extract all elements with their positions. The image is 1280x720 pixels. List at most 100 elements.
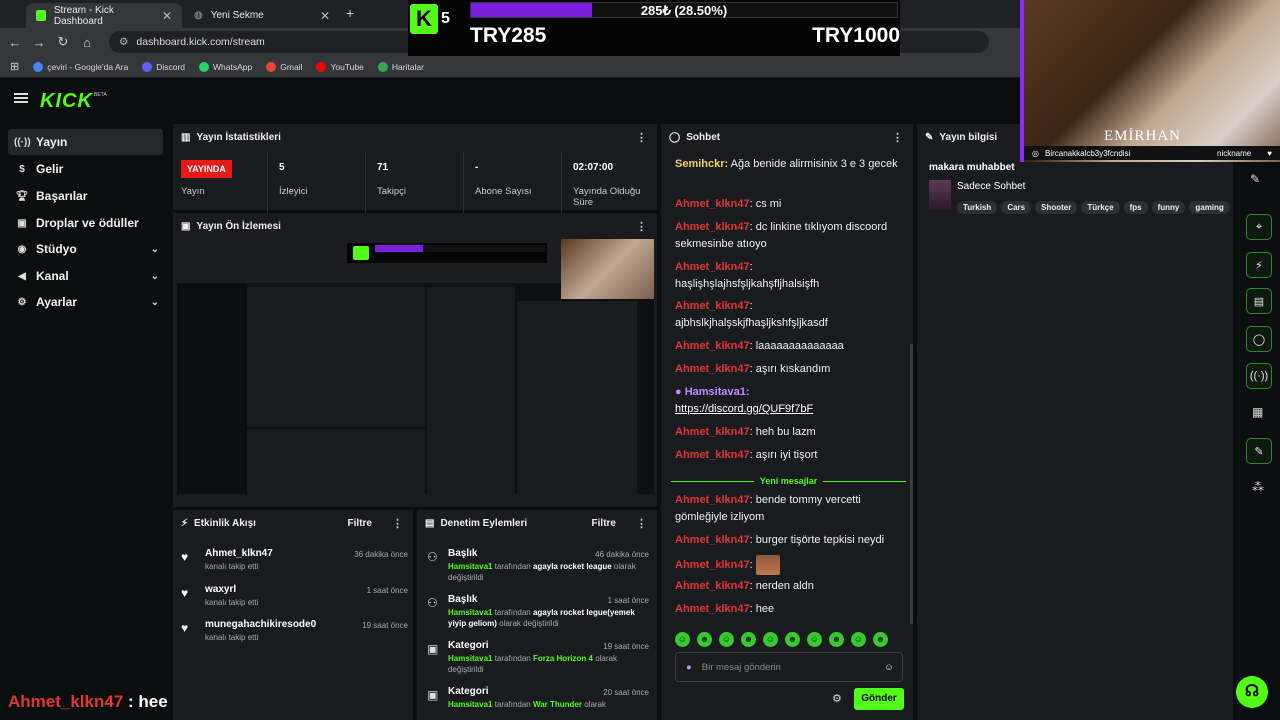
category-icon: ▣: [427, 642, 439, 656]
chat-username[interactable]: Ahmet_klkn47: [675, 449, 750, 461]
filter-button[interactable]: Filtre: [348, 518, 372, 529]
reload-icon[interactable]: ↻: [51, 34, 75, 50]
wrench-icon[interactable]: ✎: [1246, 438, 1272, 464]
emote-icon[interactable]: ☺: [763, 632, 778, 647]
chat-bubble-icon[interactable]: ◯: [1246, 326, 1272, 352]
close-tab-icon[interactable]: ✕: [162, 9, 172, 23]
sidebar-item-droplar[interactable]: ▣ Droplar ve ödüller: [8, 210, 163, 236]
site-info-icon[interactable]: ⚙: [119, 36, 128, 48]
chat-username[interactable]: Semihckr: [675, 158, 725, 170]
sidebar-item-gelir[interactable]: $ Gelir: [8, 156, 163, 182]
chat-username[interactable]: Ahmet_klkn47: [675, 261, 750, 273]
globe-icon: ◍: [194, 10, 203, 21]
emote-icon[interactable]: ☺: [851, 632, 866, 647]
emote-icon[interactable]: ☻: [785, 632, 800, 647]
tag[interactable]: Türkçe: [1081, 201, 1120, 214]
tab-new[interactable]: ◍ Yeni Sekme ✕: [184, 3, 340, 28]
tag[interactable]: Turkish: [957, 201, 998, 214]
more-options-icon[interactable]: ⋮: [636, 517, 647, 530]
preview-center: [247, 287, 425, 427]
mic-icon[interactable]: ●: [686, 662, 692, 673]
chat-username[interactable]: Ahmet_klkn47: [675, 198, 750, 210]
panel-header: ◯ Sohbet ⋮: [661, 124, 913, 150]
tab-kick-dashboard[interactable]: Stream - Kick Dashboard ✕: [26, 3, 182, 28]
chat-input[interactable]: ● Bir mesaj gönderin ☺: [675, 652, 903, 682]
mod-user[interactable]: Hamsitava1: [448, 654, 492, 663]
activity-item: ♥ waxyrl kanalı takip etti 1 saat önce: [181, 584, 408, 607]
preview-sidebar: [177, 283, 247, 494]
tag[interactable]: fps: [1123, 201, 1148, 214]
more-options-icon[interactable]: ⋮: [392, 517, 403, 530]
bookmark-gmail[interactable]: Gmail: [266, 61, 302, 72]
emote-icon[interactable]: ☻: [873, 632, 888, 647]
chat-username[interactable]: Ahmet_klkn47: [675, 221, 750, 233]
chat-username[interactable]: Hamsitava1: [685, 386, 746, 398]
broadcast-icon[interactable]: ((·)): [1246, 363, 1272, 389]
chat-settings-icon[interactable]: ⚙: [832, 692, 842, 705]
sidebar-item-studyo[interactable]: ◉ Stüdyo ⌄: [8, 236, 163, 262]
emote-icon[interactable]: ☻: [697, 632, 712, 647]
category-name[interactable]: Sadece Sohbet: [957, 181, 1025, 192]
bookmark-maps[interactable]: Haritalar: [377, 61, 424, 72]
forward-icon[interactable]: →: [27, 35, 51, 50]
more-options-icon[interactable]: ⋮: [636, 220, 647, 233]
emoji-icon[interactable]: ☺: [884, 662, 894, 673]
sidebar-item-basarilar[interactable]: 🏆︎ Başarılar: [8, 183, 163, 209]
filter-button[interactable]: Filtre: [592, 518, 616, 529]
stream-preview-video[interactable]: Ahmet_klkn47 : hee: [177, 239, 654, 494]
send-button[interactable]: Gönder: [854, 688, 904, 710]
chat-username[interactable]: Ahmet_klkn47: [675, 300, 750, 312]
kick-logo[interactable]: KICK: [40, 90, 93, 113]
chat-username[interactable]: Ahmet_klkn47: [675, 534, 750, 546]
chat-username[interactable]: Ahmet_klkn47: [675, 340, 750, 352]
chat-username[interactable]: Ahmet_klkn47: [675, 603, 750, 615]
clipboard-icon[interactable]: ▤: [1246, 288, 1272, 314]
chat-username[interactable]: Ahmet_klkn47: [675, 426, 750, 438]
chat-username[interactable]: Ahmet_klkn47: [675, 363, 750, 375]
sidebar-item-yayin[interactable]: ((·)) Yayın: [8, 129, 163, 155]
close-tab-icon[interactable]: ✕: [320, 9, 330, 23]
heart-icon: ♥: [181, 586, 189, 600]
layers-icon[interactable]: ▦: [1252, 405, 1263, 419]
chat-username[interactable]: Ahmet_klkn47: [675, 559, 750, 571]
sidebar-item-ayarlar[interactable]: ⚙ Ayarlar ⌄: [8, 289, 163, 315]
chat-message: Ahmet_klkn47: aşırı iyi tişort: [675, 449, 818, 461]
bolt-icon[interactable]: ⚡︎: [1246, 252, 1272, 278]
emote-icon[interactable]: ☺: [675, 632, 690, 647]
cam-social: Bircanakkalcb3y3fcndisi: [1044, 148, 1131, 158]
mod-user[interactable]: Hamsitava1: [448, 562, 492, 571]
tag[interactable]: Shooter: [1035, 201, 1078, 214]
more-options-icon[interactable]: ⋮: [892, 131, 903, 144]
chat-scrollbar[interactable]: [910, 344, 913, 624]
bookmark-google[interactable]: çeviri - Google'da Ara: [33, 61, 128, 72]
share-icon[interactable]: ⁂: [1252, 480, 1264, 494]
bookmark-whatsapp[interactable]: WhatsApp: [199, 61, 252, 72]
tag[interactable]: Cars: [1001, 201, 1032, 214]
home-icon[interactable]: ⌂: [75, 35, 99, 50]
emote-icon[interactable]: ☺: [719, 632, 734, 647]
emote-icon[interactable]: ☺: [807, 632, 822, 647]
bookmark-discord[interactable]: Discord: [142, 61, 185, 72]
stat-live: YAYINDA Yayın: [181, 160, 232, 210]
bolt-icon: ⚡︎: [181, 517, 189, 529]
tag[interactable]: funny: [1151, 201, 1186, 214]
text: olarak: [582, 700, 607, 709]
edit-icon[interactable]: ✎: [1250, 172, 1260, 186]
bookmark-youtube[interactable]: YouTube: [316, 61, 364, 72]
emote-icon[interactable]: ☻: [829, 632, 844, 647]
chat-username[interactable]: Ahmet_klkn47: [675, 494, 750, 506]
sidebar-item-kanal[interactable]: ◀ Kanal ⌄: [8, 263, 163, 289]
help-icon[interactable]: ☊: [1236, 676, 1268, 708]
back-icon[interactable]: ←: [3, 35, 27, 50]
more-options-icon[interactable]: ⋮: [636, 131, 647, 144]
menu-icon[interactable]: [14, 93, 28, 103]
apps-icon[interactable]: ⊞: [10, 60, 19, 73]
mod-user[interactable]: Hamsitava1: [448, 608, 492, 617]
chat-link[interactable]: https://discord.gg/QUF9f7bF: [675, 403, 813, 415]
chat-username[interactable]: Ahmet_klkn47: [675, 580, 750, 592]
tag[interactable]: gaming: [1189, 201, 1230, 214]
new-tab-icon[interactable]: +: [346, 5, 354, 21]
mod-user[interactable]: Hamsitava1: [448, 700, 492, 709]
target-icon[interactable]: ⌖: [1246, 214, 1272, 240]
emote-icon[interactable]: ☻: [741, 632, 756, 647]
